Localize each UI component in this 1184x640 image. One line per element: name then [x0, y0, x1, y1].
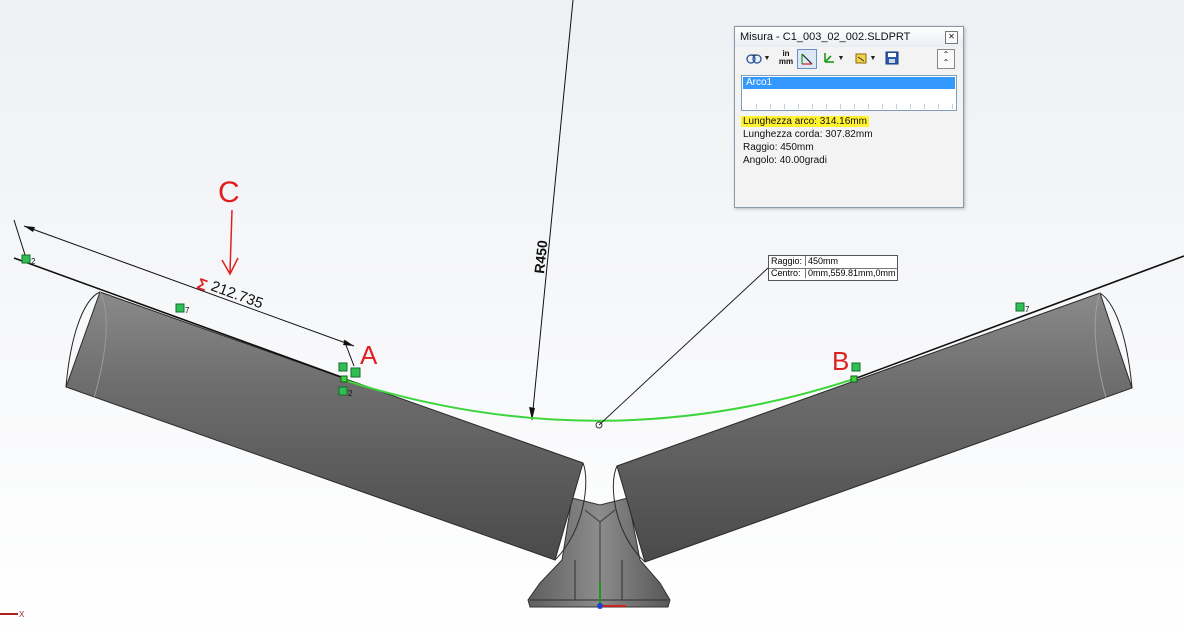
units-button[interactable]: in mm [777, 49, 795, 67]
arc-circle-options-icon [745, 54, 762, 64]
tooltip-radius-label: Raggio: [771, 256, 803, 266]
coordinate-system-button[interactable]: ▼ [819, 49, 847, 67]
relation-marker-left-end[interactable]: 2 [21, 254, 36, 266]
right-roller[interactable] [612, 292, 1133, 563]
tooltip-center-label: Centro: [771, 268, 801, 278]
chevron-down-icon[interactable]: ▼ [870, 55, 877, 62]
xyz-button[interactable] [797, 49, 817, 69]
svg-text:X: X [19, 610, 25, 619]
tooltip-center-value: 0mm,559.81mm,0mm [805, 268, 896, 278]
relation-marker-left-line[interactable]: 7 [175, 303, 190, 315]
arc-length-result: Lunghezza arco: 314.16mm [741, 116, 869, 127]
arc-options-button[interactable]: ▼ [741, 49, 775, 67]
radius-result: Raggio: 450mm [743, 142, 814, 153]
angle-result: Angolo: 40.00gradi [743, 155, 827, 166]
measure-results: Lunghezza arco: 314.16mm Lunghezza corda… [741, 115, 873, 167]
left-roller[interactable] [65, 291, 587, 561]
chord-length-result: Lunghezza corda: 307.82mm [743, 129, 873, 140]
svg-text:2: 2 [31, 257, 36, 266]
chevron-down-icon[interactable]: ▼ [764, 55, 771, 62]
tooltip-radius-value: 450mm [805, 256, 895, 266]
measure-dialog[interactable]: Misura - C1_003_02_002.SLDPRT ✕ ▼ in mm [734, 26, 964, 208]
measure-title-bar[interactable]: Misura - C1_003_02_002.SLDPRT ✕ [735, 27, 963, 47]
radius-dimension-value[interactable]: R450 [531, 239, 550, 274]
measure-toolbar: ▼ in mm ▼ ▼ ⌃ ⌃ [739, 49, 959, 69]
relation-marker-right-line[interactable]: 7 [1015, 302, 1030, 314]
save-icon [885, 51, 899, 65]
xyz-projection-icon [801, 53, 813, 65]
close-icon[interactable]: ✕ [945, 31, 958, 44]
radius-leader-line[interactable] [531, 0, 574, 421]
arc-endpoint-b[interactable] [850, 375, 858, 383]
svg-text:7: 7 [1025, 305, 1030, 314]
save-button[interactable] [883, 49, 901, 67]
chevron-up-icon: ⌃ ⌃ [942, 50, 950, 67]
handwritten-c-label: C [218, 176, 240, 209]
measure-history-button[interactable]: ▼ [851, 49, 879, 67]
chevron-down-icon[interactable]: ▼ [838, 55, 845, 62]
radius-tooltip: Raggio: 450mm Centro: 0mm,559.81mm,0mm [768, 255, 898, 281]
selection-list[interactable]: Arco1 [741, 75, 957, 111]
units-mm-label: mm [778, 57, 794, 66]
svg-text:2: 2 [348, 389, 353, 398]
selection-list-ticks [743, 104, 955, 109]
point-b-label: B [832, 346, 849, 376]
collapse-button[interactable]: ⌃ ⌃ [937, 49, 955, 69]
tooltip-leader-line [598, 267, 769, 426]
handwritten-arrow [221, 209, 239, 276]
svg-text:7: 7 [185, 306, 190, 315]
cad-viewport[interactable]: Σ 212.735 C R450 A B 2 7 2 7 X [0, 0, 1184, 640]
selection-item-arc[interactable]: Arco1 [743, 77, 955, 89]
arc-endpoint-a[interactable] [340, 375, 348, 383]
relation-marker-point-b[interactable] [851, 362, 861, 372]
coordinate-system-icon [823, 53, 834, 63]
length-dimension-value[interactable]: 212.735 [209, 278, 266, 313]
point-a-label: A [360, 340, 378, 370]
measure-history-icon [855, 53, 867, 64]
view-triad-icon: X [0, 610, 25, 619]
measure-title: Misura - C1_003_02_002.SLDPRT [740, 31, 911, 43]
